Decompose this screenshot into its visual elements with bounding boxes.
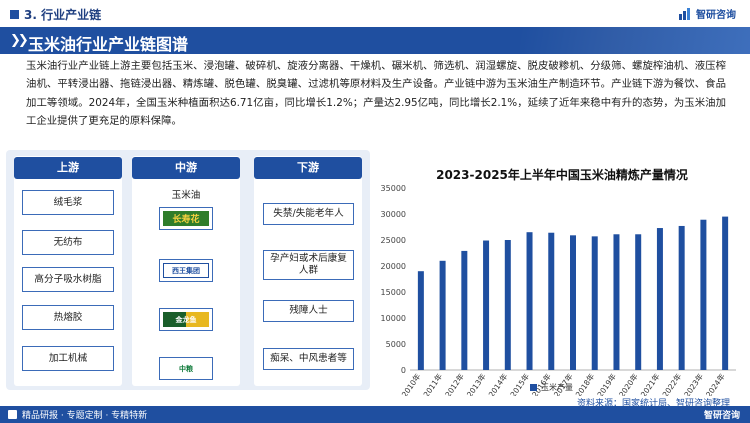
- x-tick-label: 2018年: [573, 371, 597, 396]
- y-tick-label: 0: [401, 366, 406, 375]
- y-tick-label: 15000: [381, 288, 406, 297]
- x-tick-label: 2015年: [508, 371, 532, 396]
- section-tag: 3. 行业产业链: [10, 6, 101, 23]
- upstream-item: 热熔胶: [22, 305, 114, 330]
- logo-mark: 西王集团: [163, 263, 209, 278]
- upstream-item: 无纺布: [22, 230, 114, 255]
- bar: [613, 234, 620, 370]
- downstream-item: 痴呆、中风患者等: [263, 348, 354, 370]
- upstream-header: 上游: [14, 157, 122, 179]
- bar: [722, 216, 729, 370]
- y-tick-label: 10000: [381, 314, 406, 323]
- brand-logo-icon: [679, 7, 690, 20]
- y-tick-label: 20000: [381, 262, 406, 271]
- bar: [570, 235, 576, 370]
- double-chevron-icon: ❯❯: [10, 33, 29, 48]
- bar: [504, 240, 511, 370]
- downstream-item: 残障人士: [263, 300, 354, 322]
- section-label: 3. 行业产业链: [24, 8, 102, 22]
- y-tick-label: 5000: [386, 340, 406, 349]
- upstream-item: 绒毛浆: [22, 190, 114, 215]
- y-tick-label: 35000: [381, 184, 406, 193]
- downstream-item: 孕产妇或术后康复人群: [263, 250, 354, 280]
- bar: [548, 232, 555, 370]
- midstream-header: 中游: [132, 157, 240, 179]
- x-tick-label: 2022年: [660, 371, 684, 396]
- y-tick-label: 25000: [381, 236, 406, 245]
- x-tick-label: 2013年: [464, 371, 488, 396]
- page-title: 玉米油行业产业链图谱: [28, 35, 189, 54]
- company-logo-changshouhua: 长寿花: [159, 207, 213, 230]
- upstream-item: 加工机械: [22, 346, 114, 371]
- x-tick-label: 2023年: [682, 371, 706, 396]
- legend-label: 玉米产量: [541, 382, 573, 392]
- downstream-item: 失禁/失能老年人: [263, 203, 354, 225]
- bar: [591, 236, 598, 370]
- intro-paragraph: 玉米油行业产业链上游主要包括玉米、浸泡罐、破碎机、旋液分离器、干燥机、碾米机、筛…: [26, 60, 726, 128]
- x-tick-label: 2024年: [703, 371, 727, 396]
- bar: [439, 260, 446, 370]
- bar: [461, 250, 468, 370]
- bar: [526, 232, 533, 370]
- midstream-label: 玉米油: [171, 190, 201, 201]
- brand-name: 智研咨询: [696, 10, 736, 21]
- bar-chart: 050001000015000200002500030000350002010年…: [381, 184, 736, 396]
- logo-mark: 金龙鱼: [163, 312, 209, 327]
- bar: [656, 228, 663, 370]
- footer: 精品研报 · 专题定制 · 专精特新 智研咨询: [0, 406, 750, 423]
- footer-brand: 智研咨询: [703, 411, 740, 421]
- bar: [483, 240, 490, 370]
- x-tick-label: 2020年: [616, 371, 640, 396]
- title-bar: ❯❯ 玉米油行业产业链图谱: [0, 27, 750, 54]
- section-square-icon: [10, 10, 19, 19]
- x-tick-label: 2021年: [638, 371, 662, 396]
- legend-swatch: [530, 384, 537, 391]
- bar: [417, 271, 424, 370]
- logo-mark: 中粮: [163, 361, 209, 376]
- x-tick-label: 2019年: [595, 371, 619, 396]
- downstream-header: 下游: [254, 157, 362, 179]
- title-decoration: [520, 27, 750, 54]
- footer-text: 精品研报 · 专题定制 · 专精特新: [22, 411, 148, 421]
- footer-square-icon: [8, 410, 17, 419]
- bar: [678, 225, 685, 370]
- x-tick-label: 2011年: [421, 371, 445, 396]
- company-logo-xiwang: 西王集团: [159, 259, 213, 282]
- upstream-item: 高分子吸水树脂: [22, 267, 114, 292]
- bar: [635, 234, 642, 370]
- x-tick-label: 2014年: [486, 371, 510, 396]
- y-tick-label: 30000: [381, 210, 406, 219]
- x-tick-label: 2012年: [443, 371, 467, 396]
- bar: [700, 219, 707, 370]
- company-logo-jinlongyu: 金龙鱼: [159, 308, 213, 331]
- brand: 智研咨询: [679, 6, 736, 21]
- company-logo-cofco: 中粮: [159, 357, 213, 380]
- logo-mark: 长寿花: [163, 211, 209, 226]
